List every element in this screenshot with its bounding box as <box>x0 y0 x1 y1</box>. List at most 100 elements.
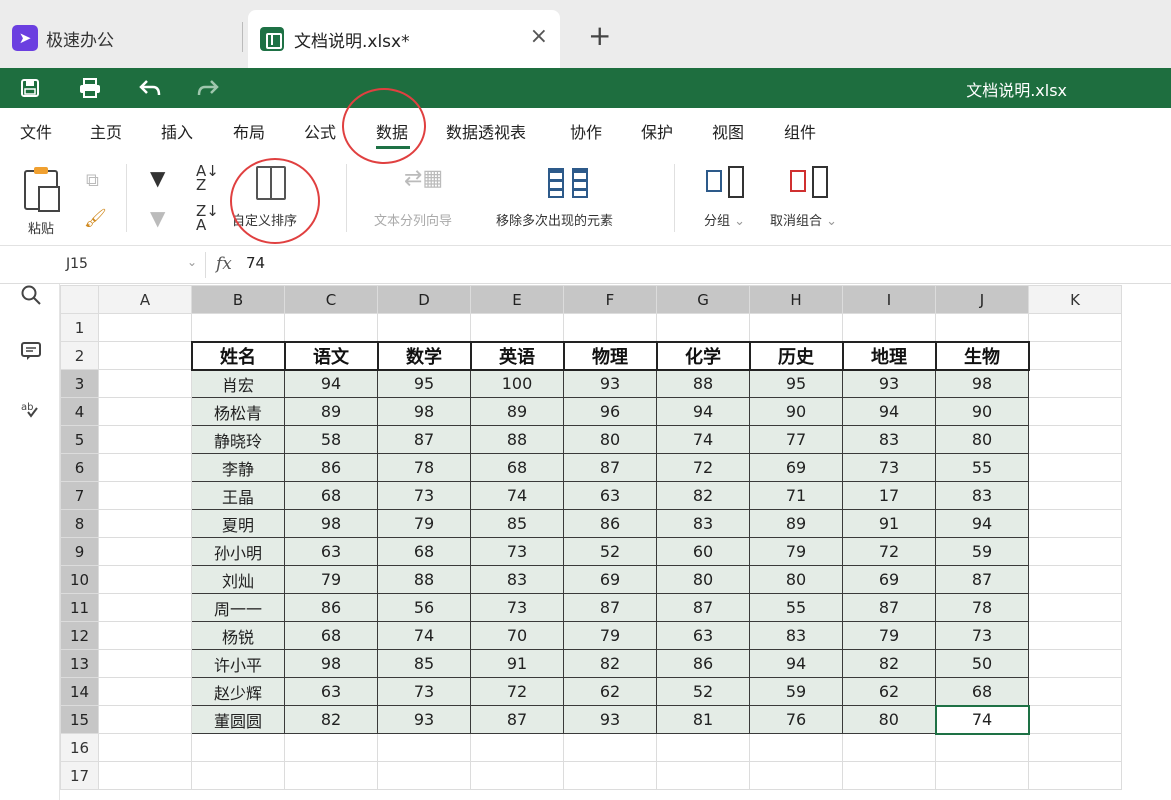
cell-c9[interactable]: 63 <box>284 537 378 566</box>
cell-d9[interactable]: 68 <box>377 537 471 566</box>
cell-k10[interactable] <box>1028 565 1122 594</box>
cell-c4[interactable]: 89 <box>284 397 378 426</box>
cell-i3[interactable]: 93 <box>842 369 936 398</box>
cell-e15[interactable]: 87 <box>470 705 564 734</box>
cell-g12[interactable]: 63 <box>656 621 750 650</box>
cell-h1[interactable] <box>749 313 843 342</box>
cell-g9[interactable]: 60 <box>656 537 750 566</box>
row-header-8[interactable]: 8 <box>60 509 99 538</box>
row-header-11[interactable]: 11 <box>60 593 99 622</box>
cell-j17[interactable] <box>935 761 1029 790</box>
cell-e14[interactable]: 72 <box>470 677 564 706</box>
cell-h2[interactable]: 历史 <box>748 340 844 371</box>
cell-g8[interactable]: 83 <box>656 509 750 538</box>
cell-c5[interactable]: 58 <box>284 425 378 454</box>
name-box[interactable]: J15 ⌄ <box>58 252 206 278</box>
cell-h17[interactable] <box>749 761 843 790</box>
row-header-10[interactable]: 10 <box>60 565 99 594</box>
menu-protect[interactable]: 保护 <box>641 119 673 143</box>
cell-d16[interactable] <box>377 733 471 762</box>
cell-b7[interactable]: 王晶 <box>191 481 285 510</box>
save-button[interactable] <box>16 74 44 102</box>
cell-h4[interactable]: 90 <box>749 397 843 426</box>
cell-j16[interactable] <box>935 733 1029 762</box>
cell-e10[interactable]: 83 <box>470 565 564 594</box>
cell-f9[interactable]: 52 <box>563 537 657 566</box>
cell-d17[interactable] <box>377 761 471 790</box>
app-tab[interactable]: ➤ 极速办公 <box>12 20 114 56</box>
column-header-b[interactable]: B <box>191 285 285 314</box>
cell-g5[interactable]: 74 <box>656 425 750 454</box>
cell-d6[interactable]: 78 <box>377 453 471 482</box>
cell-g15[interactable]: 81 <box>656 705 750 734</box>
cell-j6[interactable]: 55 <box>935 453 1029 482</box>
cell-j14[interactable]: 68 <box>935 677 1029 706</box>
cell-f8[interactable]: 86 <box>563 509 657 538</box>
cell-k9[interactable] <box>1028 537 1122 566</box>
cell-h14[interactable]: 59 <box>749 677 843 706</box>
cell-k1[interactable] <box>1028 313 1122 342</box>
row-header-6[interactable]: 6 <box>60 453 99 482</box>
cell-d7[interactable]: 73 <box>377 481 471 510</box>
cell-g2[interactable]: 化学 <box>655 340 751 371</box>
cell-d2[interactable]: 数学 <box>376 340 472 371</box>
cell-f13[interactable]: 82 <box>563 649 657 678</box>
column-header-i[interactable]: I <box>842 285 936 314</box>
cell-g17[interactable] <box>656 761 750 790</box>
cell-b5[interactable]: 静晓玲 <box>191 425 285 454</box>
cell-d11[interactable]: 56 <box>377 593 471 622</box>
cell-f17[interactable] <box>563 761 657 790</box>
cell-c2[interactable]: 语文 <box>283 340 379 371</box>
column-header-a[interactable]: A <box>98 285 192 314</box>
column-header-f[interactable]: F <box>563 285 657 314</box>
cell-h7[interactable]: 71 <box>749 481 843 510</box>
cell-c13[interactable]: 98 <box>284 649 378 678</box>
cell-a4[interactable] <box>98 397 192 426</box>
row-header-12[interactable]: 12 <box>60 621 99 650</box>
cell-b6[interactable]: 李静 <box>191 453 285 482</box>
cell-g1[interactable] <box>656 313 750 342</box>
cell-k6[interactable] <box>1028 453 1122 482</box>
cell-b15[interactable]: 董圆圆 <box>191 705 285 734</box>
cell-i12[interactable]: 79 <box>842 621 936 650</box>
cell-h10[interactable]: 80 <box>749 565 843 594</box>
column-header-j[interactable]: J <box>935 285 1029 314</box>
menu-components[interactable]: 组件 <box>784 119 816 143</box>
cell-k8[interactable] <box>1028 509 1122 538</box>
cell-e6[interactable]: 68 <box>470 453 564 482</box>
cell-e13[interactable]: 91 <box>470 649 564 678</box>
cell-h15[interactable]: 76 <box>749 705 843 734</box>
cell-d13[interactable]: 85 <box>377 649 471 678</box>
cell-e2[interactable]: 英语 <box>469 340 565 371</box>
row-header-5[interactable]: 5 <box>60 425 99 454</box>
cell-k12[interactable] <box>1028 621 1122 650</box>
cell-j11[interactable]: 78 <box>935 593 1029 622</box>
comment-icon[interactable] <box>20 340 42 362</box>
cell-g13[interactable]: 86 <box>656 649 750 678</box>
cell-j12[interactable]: 73 <box>935 621 1029 650</box>
cell-i17[interactable] <box>842 761 936 790</box>
cell-i14[interactable]: 62 <box>842 677 936 706</box>
cell-d10[interactable]: 88 <box>377 565 471 594</box>
cell-b10[interactable]: 刘灿 <box>191 565 285 594</box>
formula-input[interactable]: 74 <box>246 254 265 272</box>
sort-descending-icon[interactable]: Z↓ A <box>196 204 219 233</box>
cell-j7[interactable]: 83 <box>935 481 1029 510</box>
cell-b3[interactable]: 肖宏 <box>191 369 285 398</box>
cell-k15[interactable] <box>1028 705 1122 734</box>
cell-c14[interactable]: 63 <box>284 677 378 706</box>
cell-b9[interactable]: 孙小明 <box>191 537 285 566</box>
cell-d12[interactable]: 74 <box>377 621 471 650</box>
cell-d15[interactable]: 93 <box>377 705 471 734</box>
cell-c12[interactable]: 68 <box>284 621 378 650</box>
cell-b1[interactable] <box>191 313 285 342</box>
cell-e9[interactable]: 73 <box>470 537 564 566</box>
filter-icon[interactable]: ▼ <box>150 166 165 190</box>
cell-i13[interactable]: 82 <box>842 649 936 678</box>
cell-b2[interactable]: 姓名 <box>190 340 286 371</box>
new-tab-button[interactable]: + <box>588 22 611 50</box>
cell-j8[interactable]: 94 <box>935 509 1029 538</box>
cell-a1[interactable] <box>98 313 192 342</box>
row-header-14[interactable]: 14 <box>60 677 99 706</box>
cell-i15[interactable]: 80 <box>842 705 936 734</box>
